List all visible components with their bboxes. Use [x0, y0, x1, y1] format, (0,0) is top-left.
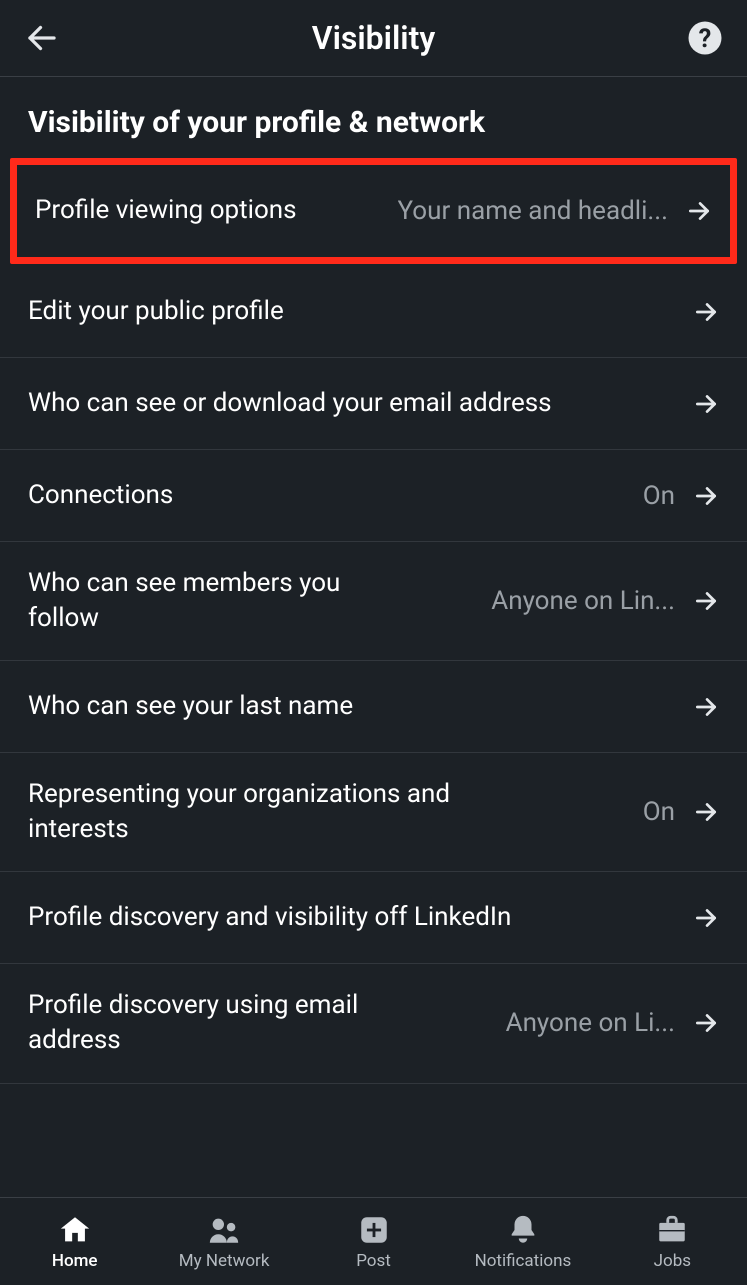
item-edit-public-profile[interactable]: Edit your public profile — [0, 266, 747, 358]
chevron-right-icon — [693, 299, 719, 325]
help-icon: ? — [687, 20, 723, 56]
item-representing-orgs[interactable]: Representing your organizations and inte… — [0, 753, 747, 872]
back-button[interactable] — [24, 18, 64, 58]
highlight-box: Profile viewing options Your name and he… — [10, 158, 737, 264]
home-icon — [58, 1213, 92, 1247]
item-label: Profile viewing options — [35, 193, 297, 228]
chevron-right-icon — [693, 483, 719, 509]
page-title: Visibility — [312, 19, 435, 57]
nav-jobs[interactable]: Jobs — [598, 1213, 747, 1271]
nav-label: My Network — [179, 1251, 270, 1271]
chevron-right-icon — [693, 1010, 719, 1036]
chevron-right-icon — [686, 198, 712, 224]
chevron-right-icon — [693, 391, 719, 417]
briefcase-icon — [655, 1213, 689, 1247]
header: Visibility ? — [0, 0, 747, 77]
item-label: Profile discovery and visibility off Lin… — [28, 900, 511, 935]
back-arrow-icon — [24, 20, 60, 56]
section-title: Visibility of your profile & network — [0, 77, 747, 156]
item-last-name[interactable]: Who can see your last name — [0, 661, 747, 753]
item-discovery-off-linkedin[interactable]: Profile discovery and visibility off Lin… — [0, 872, 747, 964]
nav-post[interactable]: Post — [299, 1213, 448, 1271]
bottom-nav: Home My Network Post Notifications J — [0, 1197, 747, 1285]
chevron-right-icon — [693, 799, 719, 825]
item-value: Anyone on Li... — [506, 1008, 675, 1038]
item-profile-viewing-options[interactable]: Profile viewing options Your name and he… — [17, 165, 730, 257]
nav-label: Home — [52, 1251, 98, 1271]
item-connections[interactable]: Connections On — [0, 450, 747, 542]
nav-label: Jobs — [654, 1251, 691, 1271]
nav-label: Notifications — [475, 1251, 572, 1271]
item-discovery-email[interactable]: Profile discovery using email address An… — [0, 964, 747, 1083]
people-icon — [207, 1213, 241, 1247]
item-label: Profile discovery using email address — [28, 988, 398, 1058]
chevron-right-icon — [693, 905, 719, 931]
item-value: On — [643, 481, 675, 511]
chevron-right-icon — [693, 588, 719, 614]
item-email-visibility[interactable]: Who can see or download your email addre… — [0, 358, 747, 450]
plus-square-icon — [357, 1213, 391, 1247]
item-value: Anyone on Lin... — [491, 586, 675, 616]
nav-notifications[interactable]: Notifications — [448, 1213, 597, 1271]
item-value: On — [643, 797, 675, 827]
nav-label: Post — [356, 1251, 391, 1271]
nav-network[interactable]: My Network — [149, 1213, 298, 1271]
item-label: Who can see members you follow — [28, 566, 398, 636]
svg-text:?: ? — [699, 24, 712, 54]
item-label: Edit your public profile — [28, 294, 284, 329]
item-members-you-follow[interactable]: Who can see members you follow Anyone on… — [0, 542, 747, 661]
chevron-right-icon — [693, 694, 719, 720]
bell-icon — [506, 1213, 540, 1247]
item-label: Who can see your last name — [28, 689, 353, 724]
item-label: Who can see or download your email addre… — [28, 386, 552, 421]
item-label: Connections — [28, 478, 173, 513]
item-label: Representing your organizations and inte… — [28, 777, 548, 847]
item-value: Your name and headli... — [398, 196, 669, 226]
nav-home[interactable]: Home — [0, 1213, 149, 1271]
help-button[interactable]: ? — [687, 20, 723, 56]
